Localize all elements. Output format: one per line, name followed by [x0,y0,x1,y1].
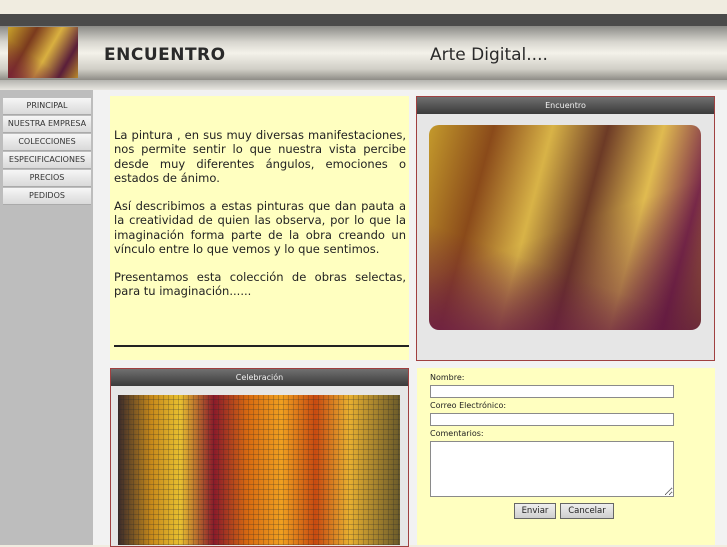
top-bar [0,14,727,26]
celebracion-panel-title: Celebración [111,369,408,386]
divider-line [114,345,409,347]
celebracion-artwork-image [118,395,400,545]
site-title: ENCUENTRO [104,45,226,65]
menu-item-especificaciones[interactable]: ESPECIFICACIONES [3,152,91,169]
comments-textarea[interactable] [430,441,674,497]
menu-item-nuestra-empresa[interactable]: NUESTRA EMPRESA [3,116,91,133]
menu-item-principal[interactable]: PRINCIPAL [3,98,91,115]
logo-image [8,27,78,78]
email-input[interactable] [430,413,674,426]
encuentro-panel-title: Encuentro [417,97,714,114]
encuentro-artwork-image [429,125,701,330]
site-tagline: Arte Digital.... [430,45,548,65]
intro-paragraph-3: Presentamos esta colección de obras sele… [114,270,406,299]
name-input[interactable] [430,385,674,398]
intro-paragraph-1: La pintura , en sus muy diversas manifes… [114,128,406,186]
name-label: Nombre: [430,373,465,382]
menu-item-pedidos[interactable]: PEDIDOS [3,188,91,205]
cancel-button[interactable]: Cancelar [560,503,614,519]
send-button[interactable]: Enviar [514,503,556,519]
comments-label: Comentarios: [430,429,484,438]
header-divider [0,80,727,90]
email-label: Correo Electrónico: [430,401,507,410]
intro-paragraph-2: Así describimos a estas pinturas que dan… [114,199,406,257]
menu-item-colecciones[interactable]: COLECCIONES [3,134,91,151]
nav-menu: PRINCIPAL NUESTRA EMPRESA COLECCIONES ES… [3,98,91,206]
menu-item-precios[interactable]: PRECIOS [3,170,91,187]
